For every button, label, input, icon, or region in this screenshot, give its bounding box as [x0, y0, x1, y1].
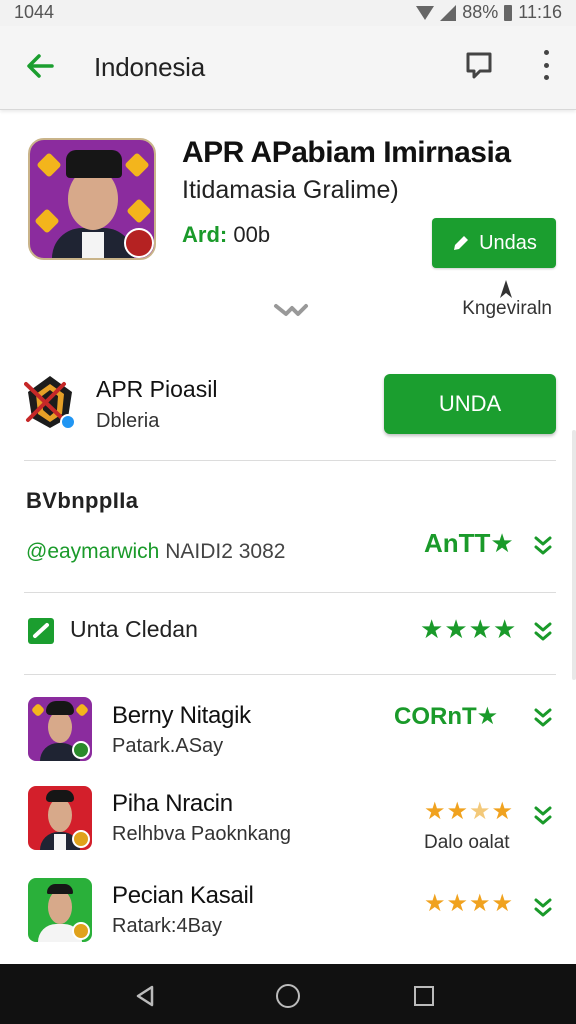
status-bar: 1044 88% 11:16 — [0, 0, 576, 26]
divider — [24, 674, 556, 675]
list-item-icon[interactable] — [28, 786, 92, 850]
badge-icon — [124, 228, 154, 258]
side-link[interactable]: Kngeviraln — [462, 298, 552, 320]
developer-handle[interactable]: @eaymarwich — [26, 540, 159, 563]
chevron-down-icon[interactable] — [272, 300, 310, 320]
arrow-left-icon[interactable] — [22, 48, 58, 84]
update-button[interactable]: Undas — [432, 218, 556, 268]
section-title: BVbnppIIa — [26, 488, 139, 513]
section-rating-text: AnTT — [424, 528, 491, 558]
section-rating: AnTT★ — [424, 528, 514, 559]
app-subtitle: Itidamasia Gralime) — [182, 176, 399, 204]
developer-date: NAIDI2 3082 — [165, 540, 286, 563]
arrow-up-icon — [500, 280, 512, 298]
meta-value: 00b — [233, 222, 271, 247]
app-meta: Ard: 00b — [182, 222, 270, 248]
check-label: Unta Cledan — [70, 616, 198, 642]
nav-recent-icon[interactable] — [414, 986, 434, 1006]
list-item-subtitle: Patark.ASay — [112, 735, 224, 757]
rating-stars: ★ ★ ★ ★ — [424, 890, 514, 917]
meta-key: Ard: — [182, 222, 228, 247]
checkbox[interactable] — [28, 618, 54, 644]
chat-bubble-icon[interactable] — [464, 50, 494, 80]
double-chevron-icon[interactable] — [532, 534, 554, 558]
more-vert-icon[interactable] — [542, 50, 550, 80]
nav-home-icon[interactable] — [276, 984, 300, 1008]
double-chevron-icon[interactable] — [532, 706, 554, 730]
status-time-left: 1044 — [14, 2, 55, 22]
status-time-right: 11:16 — [518, 2, 562, 22]
wifi-icon — [416, 5, 435, 20]
row2-subtitle: Dbleria — [96, 410, 160, 432]
install-button[interactable]: UNDA — [384, 374, 556, 434]
shield-logo-icon[interactable] — [24, 372, 78, 432]
list-item-subtitle: Relhbva Paoknkang — [112, 823, 292, 845]
double-chevron-icon[interactable] — [532, 620, 554, 644]
check-icon — [33, 623, 49, 638]
divider — [24, 460, 556, 461]
list-item-title[interactable]: Piha Nracin — [112, 790, 233, 818]
divider — [24, 592, 556, 593]
update-button-label: Undas — [479, 231, 537, 254]
rating-stars: ★ ★ ★ ★ — [424, 798, 514, 825]
list-item-icon[interactable] — [28, 878, 92, 942]
double-chevron-icon[interactable] — [532, 804, 554, 828]
signal-icon — [440, 4, 457, 21]
developer-line: @eaymarwich NAIDI2 3082 — [26, 540, 285, 564]
app-title: APR APabiam Imirnasia — [182, 136, 511, 169]
star-icon: ★ — [490, 528, 514, 558]
list-item-title[interactable]: Berny Nitagik — [112, 702, 251, 730]
app-bar: Indonesia — [0, 26, 576, 110]
system-nav-bar — [0, 964, 576, 1024]
nav-back-icon[interactable] — [134, 984, 156, 1008]
list-item-subtitle: Ratark:4Bay — [112, 915, 223, 937]
battery-icon — [504, 4, 513, 21]
row2-title: APR Pioasil — [96, 376, 218, 402]
list-item-caption: Dalo oalat — [424, 832, 510, 853]
battery-percent: 88% — [462, 2, 499, 22]
page-title: Indonesia — [94, 52, 205, 82]
scrollbar[interactable] — [572, 430, 576, 680]
rating-stars: ★ ★ ★ ★ — [420, 614, 517, 644]
app-icon-main[interactable] — [28, 138, 156, 260]
list-item-rating-text: CORnT — [394, 703, 477, 730]
list-item-icon[interactable] — [28, 697, 92, 761]
list-item-rating: CORnT★ — [394, 702, 498, 731]
double-chevron-icon[interactable] — [532, 896, 554, 920]
pencil-icon — [454, 236, 469, 250]
list-item-title[interactable]: Pecian Kasail — [112, 882, 254, 910]
star-icon: ★ — [476, 703, 499, 730]
